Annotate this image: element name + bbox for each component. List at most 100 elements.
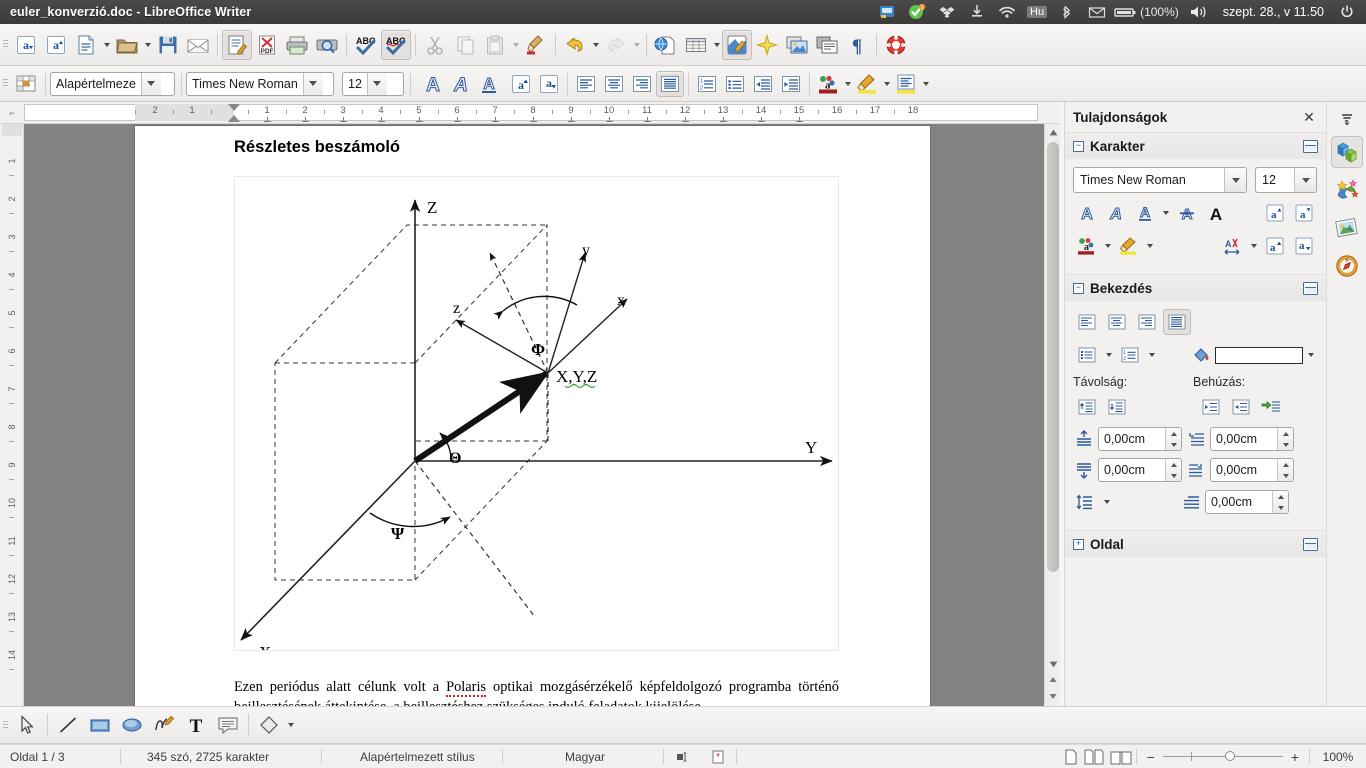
- zoom-level[interactable]: 100%: [1310, 745, 1366, 768]
- character-spacing-dropdown-icon[interactable]: [1248, 233, 1260, 259]
- printer-icon[interactable]: [962, 0, 992, 24]
- load-url-button[interactable]: a: [11, 30, 41, 60]
- line-spacing-button[interactable]: [1073, 489, 1097, 515]
- clock-label[interactable]: szept. 28., v 11.50: [1215, 5, 1332, 19]
- font-size-dropdown-icon[interactable]: [1294, 168, 1316, 192]
- spinner-buttons[interactable]: [1165, 459, 1181, 481]
- basic-shapes-button[interactable]: [253, 710, 285, 740]
- left-indent-marker[interactable]: [228, 115, 240, 122]
- paragraph-background-button[interactable]: [892, 71, 920, 97]
- insert-image-button[interactable]: [782, 30, 812, 60]
- paragraph-background-button[interactable]: [1190, 342, 1214, 368]
- save-button[interactable]: [153, 30, 183, 60]
- toolbar-grip[interactable]: [0, 707, 11, 743]
- align-center-button[interactable]: [1103, 309, 1131, 335]
- tab-stop-marker[interactable]: [530, 117, 537, 122]
- multi-page-view-button[interactable]: [1084, 749, 1104, 765]
- volume-icon[interactable]: [1185, 0, 1215, 24]
- open-template-button[interactable]: [71, 30, 101, 60]
- document-body-text[interactable]: Ezen periódus alatt célunk volt a Polari…: [234, 678, 839, 706]
- increase-font-size-button[interactable]: a: [1261, 200, 1289, 226]
- power-icon[interactable]: [1332, 0, 1362, 24]
- keyboard-layout-hu-icon[interactable]: Hu: [1022, 0, 1052, 24]
- italic-button[interactable]: A: [1102, 200, 1130, 226]
- tab-stop-marker[interactable]: [758, 117, 765, 122]
- open-template-dropdown-icon[interactable]: [101, 30, 112, 60]
- subscript-button[interactable]: a: [1290, 233, 1318, 259]
- sidebar-tab-gallery[interactable]: [1331, 212, 1363, 244]
- below-paragraph-spacing-field[interactable]: 0,00cm: [1098, 458, 1182, 482]
- paste-dropdown-icon[interactable]: [510, 30, 521, 60]
- font-name-dropdown-icon[interactable]: [302, 72, 323, 95]
- tab-stop-marker[interactable]: [492, 117, 499, 122]
- scroll-up-icon[interactable]: [1045, 124, 1061, 140]
- align-right-button[interactable]: [628, 71, 656, 97]
- print-button[interactable]: [282, 30, 312, 60]
- expand-icon[interactable]: +: [1073, 538, 1084, 550]
- more-options-icon[interactable]: [1303, 281, 1318, 295]
- underline-button[interactable]: A: [1131, 200, 1159, 226]
- open-dropdown-icon[interactable]: [142, 30, 153, 60]
- first-line-indent-marker[interactable]: [228, 104, 240, 111]
- tab-stop-marker[interactable]: [302, 117, 309, 122]
- spinner-buttons[interactable]: [1272, 491, 1288, 513]
- paste-button[interactable]: [480, 30, 510, 60]
- zoom-slider-track[interactable]: [1162, 751, 1283, 761]
- underline-dropdown-icon[interactable]: [1160, 200, 1172, 226]
- vertical-ruler[interactable]: 1 2 3 4 5 6 7 8 9 10 11 12 13 14: [0, 124, 24, 706]
- align-left-button[interactable]: [572, 71, 600, 97]
- unordered-list-button[interactable]: [1073, 342, 1101, 368]
- update-manager-icon[interactable]: 1: [902, 0, 932, 24]
- spinner-buttons[interactable]: [1165, 428, 1181, 450]
- paragraph-background-dropdown-icon[interactable]: [1304, 342, 1318, 368]
- spelling-check-button[interactable]: ABC: [381, 29, 411, 60]
- spinner-buttons[interactable]: [1277, 459, 1293, 481]
- scroll-down-icon[interactable]: [1045, 656, 1061, 672]
- increase-indent-button[interactable]: [777, 71, 805, 97]
- line-tool-button[interactable]: [52, 710, 84, 740]
- before-text-indent-field[interactable]: 0,00cm: [1210, 427, 1294, 451]
- undo-dropdown-icon[interactable]: [590, 30, 601, 60]
- edit-mode-button[interactable]: [222, 29, 252, 60]
- font-size-dropdown-icon[interactable]: [366, 72, 387, 95]
- decrease-indent-button[interactable]: [1227, 394, 1255, 420]
- page-style[interactable]: Alapértelmezett stílus: [322, 745, 502, 768]
- paragraph-background-color-preview[interactable]: [1215, 346, 1303, 364]
- highlight-color-button[interactable]: [853, 71, 881, 97]
- decrease-font-size-button[interactable]: a: [1290, 200, 1318, 226]
- open-button[interactable]: [112, 30, 142, 60]
- font-color-button[interactable]: a: [1073, 233, 1101, 259]
- tab-stop-marker[interactable]: [340, 117, 347, 122]
- euler-angles-diagram[interactable]: Z Y X x y z: [234, 176, 839, 651]
- book-view-button[interactable]: [1110, 749, 1132, 765]
- more-options-icon[interactable]: [1303, 537, 1318, 551]
- highlight-color-dropdown-icon[interactable]: [881, 69, 892, 99]
- subscript-button[interactable]: a: [535, 71, 563, 97]
- highlighting-color-dropdown-icon[interactable]: [1144, 233, 1156, 259]
- insert-hyperlink-button[interactable]: [651, 30, 681, 60]
- tab-stop-marker[interactable]: [606, 117, 613, 122]
- undo-button[interactable]: [560, 30, 590, 60]
- sidebar-tab-styles[interactable]: [1331, 174, 1363, 206]
- align-justified-button[interactable]: [1163, 309, 1191, 335]
- align-center-button[interactable]: [600, 71, 628, 97]
- unordered-list-dropdown-icon[interactable]: [1102, 342, 1115, 368]
- battery-icon[interactable]: [1112, 0, 1140, 24]
- strikethrough-button[interactable]: A: [1173, 200, 1201, 226]
- tab-stop-marker[interactable]: [378, 117, 385, 122]
- single-page-view-button[interactable]: [1064, 749, 1078, 765]
- paragraph-background-dropdown-icon[interactable]: [920, 69, 931, 99]
- email-document-button[interactable]: [183, 30, 213, 60]
- collapse-icon[interactable]: −: [1073, 140, 1084, 152]
- toolbar-grip[interactable]: [0, 66, 11, 101]
- tab-stop-marker[interactable]: [682, 117, 689, 122]
- tab-stop-marker[interactable]: [454, 117, 461, 122]
- zoom-slider-knob[interactable]: [1224, 751, 1235, 761]
- increase-paragraph-spacing-button[interactable]: [1073, 394, 1101, 420]
- new-document-button[interactable]: a: [41, 30, 71, 60]
- font-color-button[interactable]: a: [814, 71, 842, 97]
- font-color-dropdown-icon[interactable]: [842, 69, 853, 99]
- sidebar-settings-button[interactable]: [1331, 108, 1363, 130]
- line-spacing-dropdown-icon[interactable]: [1100, 489, 1114, 515]
- switch-to-hanging-indent-button[interactable]: [1257, 394, 1285, 420]
